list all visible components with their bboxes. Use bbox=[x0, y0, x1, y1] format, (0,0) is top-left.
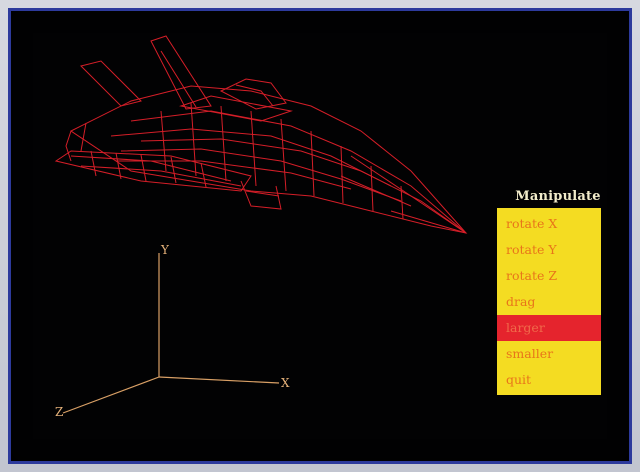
z-axis-line bbox=[62, 376, 160, 414]
z-axis-label: Z bbox=[55, 405, 63, 419]
menu-item-quit[interactable]: quit bbox=[497, 367, 601, 393]
menu-item-smaller[interactable]: smaller bbox=[497, 341, 601, 367]
x-axis-line bbox=[158, 376, 280, 384]
menu-item-rotate-x[interactable]: rotate X bbox=[497, 211, 601, 237]
menu-item-rotate-y[interactable]: rotate Y bbox=[497, 237, 601, 263]
jet-wireframe-model[interactable] bbox=[54, 35, 468, 234]
menu-item-rotate-z[interactable]: rotate Z bbox=[497, 263, 601, 289]
x-axis-label: X bbox=[281, 376, 290, 390]
manipulate-menu: rotate X rotate Y rotate Z drag larger s… bbox=[497, 208, 601, 395]
coordinate-axes bbox=[62, 253, 280, 414]
y-axis-label: Y bbox=[160, 243, 170, 257]
menu-item-drag[interactable]: drag bbox=[497, 289, 601, 315]
monitor-frame: Y X Z Manipulate rotate X rotate Y rotat… bbox=[0, 0, 640, 472]
graphics-screen: Y X Z Manipulate rotate X rotate Y rotat… bbox=[8, 8, 632, 464]
menu-title: Manipulate bbox=[515, 189, 601, 204]
menu-item-larger[interactable]: larger bbox=[497, 315, 601, 341]
